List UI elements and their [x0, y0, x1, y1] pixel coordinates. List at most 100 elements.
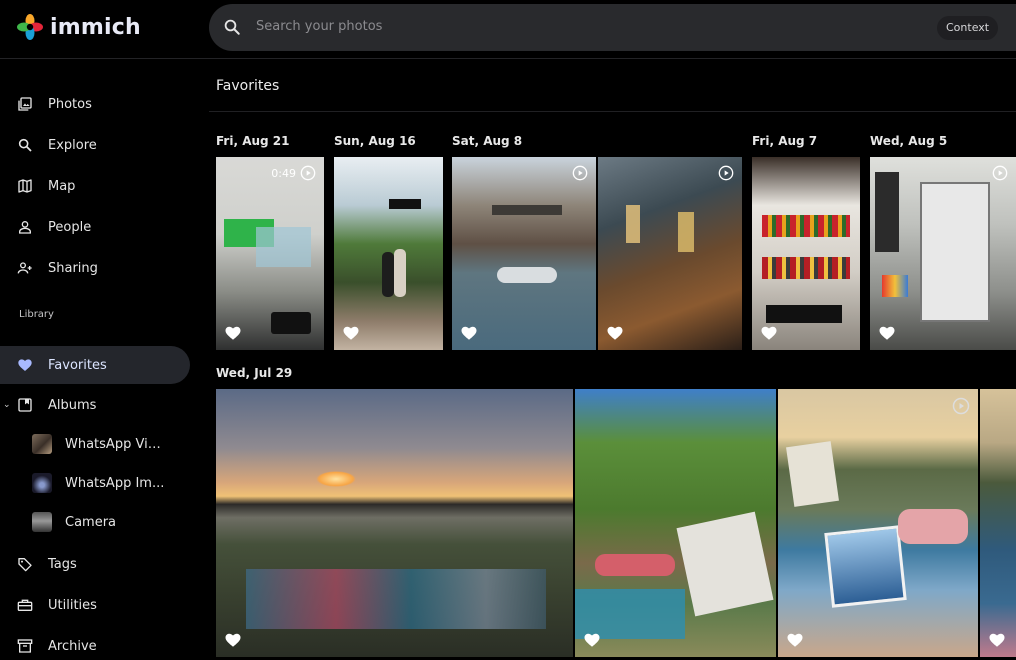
- heart-icon[interactable]: [342, 324, 360, 342]
- sidebar-item-sharing[interactable]: Sharing: [0, 249, 190, 287]
- video-badge: [952, 397, 970, 415]
- play-circle-icon: [992, 165, 1008, 181]
- photo-thumbnail[interactable]: [778, 389, 978, 657]
- sidebar-item-albums[interactable]: Albums: [0, 386, 190, 424]
- video-badge: [572, 165, 588, 181]
- photo-detail: [882, 275, 908, 297]
- photo-thumbnail[interactable]: [598, 157, 742, 350]
- video-badge: [992, 165, 1008, 181]
- date-group-label[interactable]: Wed, Aug 5: [870, 134, 947, 148]
- album-thumbnail: [32, 473, 52, 493]
- photo-detail: [497, 267, 557, 283]
- photo-thumbnail[interactable]: [980, 389, 1016, 657]
- sidebar-item-people[interactable]: People: [0, 208, 190, 246]
- date-group-label[interactable]: Fri, Aug 21: [216, 134, 290, 148]
- sidebar-item-label: Favorites: [48, 357, 107, 373]
- photo-thumbnail[interactable]: [216, 389, 573, 657]
- album-label: WhatsApp Vid...: [65, 436, 165, 452]
- photo-thumbnail[interactable]: [575, 389, 776, 657]
- sidebar-item-archive[interactable]: Archive: [0, 627, 190, 660]
- app-window: immich Search your photos Context Photos…: [0, 0, 1016, 660]
- play-circle-icon: [572, 165, 588, 181]
- context-search-button[interactable]: Context: [937, 16, 999, 40]
- sidebar-item-label: Sharing: [48, 260, 98, 276]
- sidebar-item-map[interactable]: Map: [0, 167, 190, 205]
- heart-icon[interactable]: [878, 324, 896, 342]
- app-name: immich: [50, 14, 141, 40]
- album-thumbnail: [32, 512, 52, 532]
- title-divider: [209, 111, 1016, 112]
- sidebar-item-photos[interactable]: Photos: [0, 85, 190, 123]
- video-duration: 0:49: [271, 166, 296, 180]
- sidebar-item-explore[interactable]: Explore: [0, 126, 190, 164]
- date-group-label[interactable]: Fri, Aug 7: [752, 134, 817, 148]
- video-badge: [718, 165, 734, 181]
- heart-icon[interactable]: [760, 324, 778, 342]
- sidebar-item-utilities[interactable]: Utilities: [0, 586, 190, 624]
- tag-icon: [18, 558, 32, 572]
- heart-icon[interactable]: [583, 631, 601, 649]
- albums-icon: [18, 398, 32, 412]
- photo-thumbnail[interactable]: 0:49: [216, 157, 324, 350]
- photo-detail: [678, 212, 694, 252]
- photo-detail: [766, 305, 842, 323]
- sidebar-item-tags[interactable]: Tags: [0, 545, 190, 583]
- date-group-label[interactable]: Sun, Aug 16: [334, 134, 416, 148]
- photo-detail: [389, 199, 421, 209]
- sidebar-item-label: Explore: [48, 137, 97, 153]
- album-thumbnail: [32, 434, 52, 454]
- app-logo[interactable]: immich: [16, 13, 141, 41]
- photos-icon: [18, 97, 32, 111]
- heart-icon[interactable]: [786, 631, 804, 649]
- sidebar-item-label: Map: [48, 178, 76, 194]
- heart-icon[interactable]: [224, 324, 242, 342]
- photo-thumbnail[interactable]: [452, 157, 596, 350]
- sidebar-item-label: Archive: [48, 638, 97, 654]
- search-bar[interactable]: Search your photos Context: [209, 4, 1016, 51]
- heart-icon[interactable]: [224, 631, 242, 649]
- sidebar-item-favorites[interactable]: Favorites: [0, 346, 190, 384]
- photo-detail: [382, 252, 394, 297]
- heart-icon[interactable]: [460, 324, 478, 342]
- person-icon: [19, 221, 31, 234]
- photo-detail: [762, 257, 850, 279]
- play-circle-icon: [952, 397, 970, 415]
- date-group-label[interactable]: Sat, Aug 8: [452, 134, 522, 148]
- play-circle-icon: [300, 165, 316, 181]
- search-input[interactable]: Search your photos: [256, 19, 382, 34]
- header-divider: [0, 58, 1016, 59]
- heart-icon[interactable]: [988, 631, 1006, 649]
- album-item[interactable]: Camera: [32, 507, 192, 537]
- photo-detail: [492, 205, 562, 215]
- photo-detail: [394, 249, 406, 297]
- page-title: Favorites: [216, 78, 280, 94]
- toolbox-icon: [17, 599, 33, 611]
- sidebar-item-label: Photos: [48, 96, 92, 112]
- immich-logo-icon: [17, 14, 43, 40]
- photo-thumbnail[interactable]: [870, 157, 1016, 350]
- album-label: WhatsApp Im...: [65, 475, 165, 491]
- map-icon: [18, 179, 32, 193]
- sidebar-item-label: Utilities: [48, 597, 97, 613]
- photo-detail: [246, 569, 546, 629]
- video-badge: 0:49: [271, 165, 316, 181]
- heart-icon: [18, 359, 32, 371]
- date-group-label[interactable]: Wed, Jul 29: [216, 366, 292, 380]
- photo-thumbnail[interactable]: [334, 157, 443, 350]
- photo-detail: [898, 509, 968, 544]
- sidebar-item-label: People: [48, 219, 92, 235]
- album-label: Camera: [65, 514, 117, 530]
- sidebar-item-label: Tags: [48, 556, 77, 572]
- sidebar-item-label: Albums: [48, 397, 97, 413]
- photo-detail: [762, 215, 850, 237]
- explore-icon: [18, 138, 32, 152]
- photo-detail: [920, 182, 990, 322]
- photo-thumbnail[interactable]: [752, 157, 860, 350]
- library-section-label: Library: [19, 309, 54, 320]
- play-circle-icon: [718, 165, 734, 181]
- photo-detail: [595, 554, 675, 576]
- heart-icon[interactable]: [606, 324, 624, 342]
- search-icon[interactable]: [223, 18, 241, 36]
- album-item[interactable]: WhatsApp Im...: [32, 468, 192, 498]
- album-item[interactable]: WhatsApp Vid...: [32, 429, 192, 459]
